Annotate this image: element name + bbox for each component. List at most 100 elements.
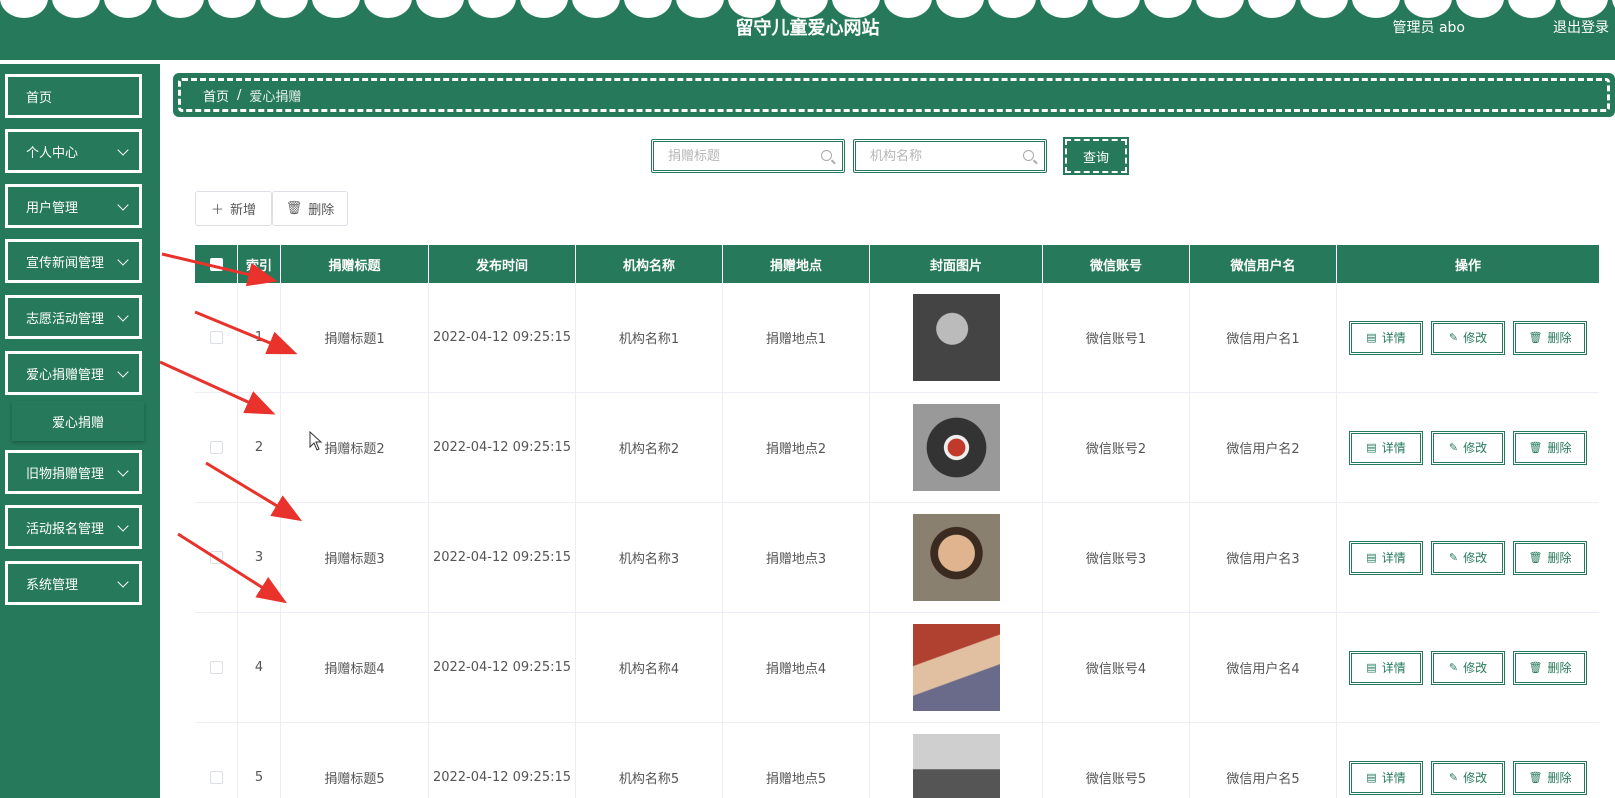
cell-wx: 微信账号1 <box>1043 283 1190 392</box>
delete-button[interactable]: 🗑 删除 <box>1513 320 1587 355</box>
delete-button[interactable]: 🗑 删除 <box>1513 540 1587 575</box>
cell-title: 捐赠标题2 <box>281 393 429 502</box>
cell-org: 机构名称4 <box>576 613 723 722</box>
breadcrumb-home[interactable]: 首页 <box>203 86 229 105</box>
edit-button[interactable]: ✎ 修改 <box>1431 760 1505 795</box>
org-search-box <box>853 139 1047 173</box>
select-all-checkbox[interactable] <box>209 257 223 271</box>
sidebar-item-label: 用户管理 <box>26 200 79 216</box>
logout-link[interactable]: 退出登录 <box>1553 17 1609 37</box>
sidebar-item-label: 系统管理 <box>26 577 79 593</box>
chevron-down-icon <box>117 310 129 322</box>
cover-image <box>912 734 1000 798</box>
edit-button[interactable]: ✎ 修改 <box>1431 540 1505 575</box>
sidebar-item-0[interactable]: 首页 <box>5 74 142 118</box>
trash-icon: 🗑 <box>285 201 303 216</box>
chevron-down-icon <box>117 366 129 378</box>
col-time: 发布时间 <box>429 245 576 283</box>
site-title: 留守儿童爱心网站 <box>735 18 880 39</box>
search-icon <box>1023 150 1034 161</box>
edit-button[interactable]: ✎ 修改 <box>1431 320 1505 355</box>
cell-title: 捐赠标题4 <box>281 613 429 722</box>
delete-button[interactable]: 🗑 删除 <box>1513 760 1587 795</box>
cell-index: 2 <box>238 393 281 502</box>
sidebar-item-8[interactable]: 系统管理 <box>5 561 142 605</box>
sidebar-item-4[interactable]: 志愿活动管理 <box>5 295 142 339</box>
row-checkbox[interactable] <box>209 771 223 784</box>
table-header: 索引 捐赠标题 发布时间 机构名称 捐赠地点 封面图片 微信账号 微信用户名 操… <box>195 245 1599 283</box>
col-wx: 微信账号 <box>1043 245 1190 283</box>
cell-time: 2022-04-12 09:25:15 <box>429 723 576 798</box>
chevron-down-icon <box>117 199 129 211</box>
cell-org: 机构名称1 <box>576 283 723 392</box>
detail-button[interactable]: ▤ 详情 <box>1349 430 1423 465</box>
cell-index: 3 <box>238 503 281 612</box>
cell-wx: 微信账号2 <box>1043 393 1190 502</box>
row-checkbox[interactable] <box>209 441 223 454</box>
breadcrumb: 首页 / 爱心捐赠 <box>173 73 1615 117</box>
sidebar-item-label: 爱心捐赠管理 <box>26 367 105 383</box>
sidebar-item-7[interactable]: 活动报名管理 <box>5 505 142 549</box>
trash-icon: 🗑 <box>1528 771 1543 784</box>
title-search-input[interactable] <box>668 148 818 164</box>
col-place: 捐赠地点 <box>723 245 870 283</box>
table-row: 2 捐赠标题2 2022-04-12 09:25:15 机构名称2 捐赠地点2 微信账号2… <box>195 393 1599 503</box>
document-icon: ▤ <box>1366 661 1377 674</box>
edit-button[interactable]: ✎ 修改 <box>1431 650 1505 685</box>
trash-icon: 🗑 <box>1528 331 1543 344</box>
chevron-down-icon <box>117 254 129 266</box>
sidebar-item-1[interactable]: 个人中心 <box>5 129 142 173</box>
sidebar-item-label: 志愿活动管理 <box>26 311 105 327</box>
cell-index: 4 <box>238 613 281 722</box>
cell-org: 机构名称3 <box>576 503 723 612</box>
org-search-input[interactable] <box>870 148 1020 164</box>
cell-place: 捐赠地点2 <box>723 393 870 502</box>
col-cover: 封面图片 <box>870 245 1043 283</box>
delete-button[interactable]: 🗑 删除 <box>1513 430 1587 465</box>
cell-org: 机构名称2 <box>576 393 723 502</box>
chevron-down-icon <box>117 144 129 156</box>
cell-wxname: 微信用户名3 <box>1190 503 1337 612</box>
delete-button[interactable]: 🗑 删除 <box>1513 650 1587 685</box>
pencil-icon: ✎ <box>1448 771 1459 784</box>
submenu-item-donation[interactable]: 爱心捐赠 <box>12 401 144 441</box>
row-checkbox[interactable] <box>209 551 223 564</box>
cell-index: 1 <box>238 283 281 392</box>
cell-title: 捐赠标题1 <box>281 283 429 392</box>
cell-title: 捐赠标题5 <box>281 723 429 798</box>
breadcrumb-separator: / <box>237 87 242 103</box>
cell-wx: 微信账号5 <box>1043 723 1190 798</box>
trash-icon: 🗑 <box>1528 551 1543 564</box>
sidebar-item-2[interactable]: 用户管理 <box>5 184 142 228</box>
row-checkbox[interactable] <box>209 661 223 674</box>
detail-button[interactable]: ▤ 详情 <box>1349 540 1423 575</box>
detail-button[interactable]: ▤ 详情 <box>1349 760 1423 795</box>
table-row: 4 捐赠标题4 2022-04-12 09:25:15 机构名称4 捐赠地点4 微信账号4… <box>195 613 1599 723</box>
pencil-icon: ✎ <box>1448 441 1459 454</box>
detail-button[interactable]: ▤ 详情 <box>1349 650 1423 685</box>
cell-wxname: 微信用户名2 <box>1190 393 1337 502</box>
query-button[interactable]: 查询 <box>1063 137 1129 175</box>
pencil-icon: ✎ <box>1448 661 1459 674</box>
batch-delete-button[interactable]: 🗑 删除 <box>272 191 348 226</box>
document-icon: ▤ <box>1366 331 1377 344</box>
table-body: 1 捐赠标题1 2022-04-12 09:25:15 机构名称1 捐赠地点1 微信账号1… <box>195 283 1599 798</box>
edit-button[interactable]: ✎ 修改 <box>1431 430 1505 465</box>
sidebar-item-label: 旧物捐赠管理 <box>26 466 105 482</box>
sidebar-item-3[interactable]: 宣传新闻管理 <box>5 239 142 283</box>
sidebar-item-6[interactable]: 旧物捐赠管理 <box>5 450 142 494</box>
top-header: 留守儿童爱心网站 管理员 abo 退出登录 <box>0 0 1615 60</box>
sidebar-item-label: 个人中心 <box>26 145 79 161</box>
document-icon: ▤ <box>1366 441 1377 454</box>
row-checkbox[interactable] <box>209 331 223 344</box>
cover-image <box>912 294 1000 381</box>
add-button[interactable]: ＋ 新增 <box>195 191 272 226</box>
detail-button[interactable]: ▤ 详情 <box>1349 320 1423 355</box>
cell-place: 捐赠地点3 <box>723 503 870 612</box>
admin-user-label: 管理员 abo <box>1392 20 1465 36</box>
table-row: 3 捐赠标题3 2022-04-12 09:25:15 机构名称3 捐赠地点3 微信账号3… <box>195 503 1599 613</box>
cover-image <box>912 514 1000 601</box>
sidebar-item-5[interactable]: 爱心捐赠管理 <box>5 351 142 395</box>
chevron-down-icon <box>117 465 129 477</box>
pencil-icon: ✎ <box>1448 551 1459 564</box>
